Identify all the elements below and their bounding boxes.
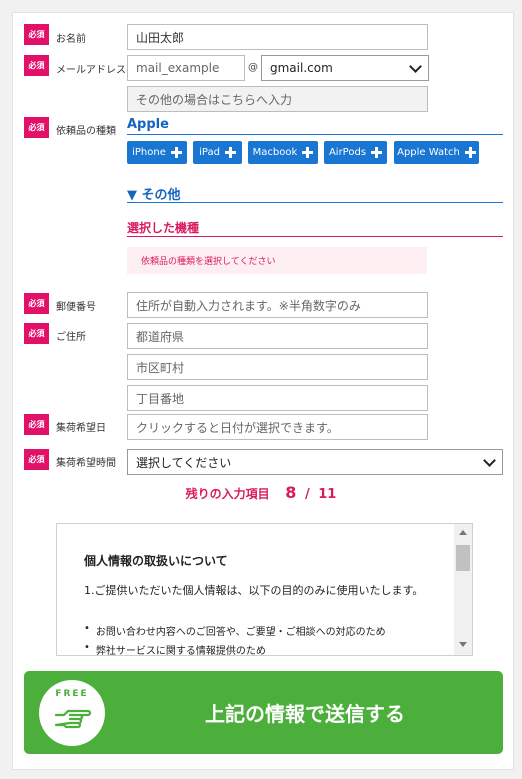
submit-label: 上記の情報で送信する — [205, 702, 405, 726]
email-domain-select[interactable]: gmail.com — [261, 55, 429, 81]
privacy-paragraph: 1.ご提供いただいた個人情報は、以下の目的のみに使用いたします。 — [84, 584, 424, 597]
plus-icon — [371, 147, 383, 158]
pickup-date-field[interactable]: クリックすると日付が選択できます。 — [127, 414, 428, 440]
apple-section-rule — [127, 134, 503, 135]
selected-section-rule — [127, 236, 503, 237]
required-badge: 必須 — [24, 414, 49, 435]
other-section-rule — [127, 202, 503, 203]
privacy-scrollbar[interactable] — [454, 524, 472, 655]
remaining-total: 11 — [318, 487, 337, 502]
plus-icon — [464, 147, 476, 158]
pickup-time-select[interactable]: 選択してください — [127, 449, 503, 475]
required-badge: 必須 — [24, 293, 49, 314]
device-type-label: 依頼品の種類 — [56, 126, 116, 137]
chip-airpods[interactable]: AirPods — [324, 141, 387, 164]
remaining-counter: 残りの入力項目 8 / 11 — [0, 483, 522, 502]
chip-apple-watch[interactable]: Apple Watch — [394, 141, 479, 164]
scroll-down-icon[interactable] — [459, 642, 467, 647]
pickup-date-label: 集荷希望日 — [56, 423, 106, 434]
free-badge: FREE — [39, 680, 105, 746]
chip-label: iPad — [199, 147, 220, 158]
other-section-toggle[interactable]: ▼ その他 — [127, 184, 181, 203]
remaining-separator: / — [304, 487, 310, 502]
postal-label: 郵便番号 — [56, 302, 96, 313]
name-field[interactable]: 山田太郎 — [127, 24, 428, 50]
required-badge: 必須 — [24, 24, 49, 45]
chip-iphone[interactable]: iPhone — [127, 141, 187, 164]
remaining-count: 8 — [285, 483, 297, 502]
plus-icon — [302, 147, 314, 158]
pickup-time-label: 集荷希望時間 — [56, 458, 116, 469]
selected-section-title: 選択した機種 — [127, 221, 200, 235]
privacy-list-item: • お問い合わせ内容へのご回答や、ご要望・ご相談への対応のため — [84, 623, 386, 638]
privacy-item-text: お問い合わせ内容へのご回答や、ご要望・ご相談への対応のため — [95, 627, 386, 638]
city-field[interactable]: 市区町村 — [127, 354, 428, 380]
remaining-label: 残りの入力項目 — [185, 487, 270, 501]
chevron-down-icon — [409, 59, 422, 73]
chip-label: Macbook — [252, 147, 298, 158]
required-badge: 必須 — [24, 323, 49, 344]
bullet-icon: • — [84, 623, 90, 634]
address-label: ご住所 — [56, 332, 86, 343]
plus-icon — [170, 147, 182, 158]
postal-field[interactable]: 住所が自動入力されます。※半角数字のみ — [127, 292, 428, 318]
pointing-hand-icon — [54, 709, 92, 729]
chip-macbook[interactable]: Macbook — [248, 141, 318, 164]
name-label: お名前 — [56, 34, 86, 45]
email-label: メールアドレス — [56, 65, 126, 76]
privacy-heading: 個人情報の取扱いについて — [84, 554, 228, 568]
pickup-time-value: 選択してください — [136, 455, 232, 470]
prefecture-field[interactable]: 都道府県 — [127, 323, 428, 349]
apple-section-title: Apple — [127, 117, 169, 132]
bullet-icon: • — [84, 642, 90, 653]
privacy-item-text: 弊社サービスに関する情報提供のため — [95, 646, 266, 656]
required-badge: 必須 — [24, 449, 49, 470]
submit-button[interactable]: FREE 上記の情報で送信する — [24, 671, 503, 754]
required-badge: 必須 — [24, 55, 49, 76]
email-domain-value: gmail.com — [270, 61, 333, 75]
chevron-down-icon — [483, 453, 496, 467]
free-label: FREE — [55, 689, 89, 699]
scroll-up-icon[interactable] — [459, 530, 467, 535]
email-at-sign: @ — [248, 62, 258, 73]
privacy-policy-box[interactable]: 個人情報の取扱いについて 1.ご提供いただいた個人情報は、以下の目的のみに使用い… — [56, 523, 473, 656]
required-badge: 必須 — [24, 117, 49, 138]
chip-ipad[interactable]: iPad — [193, 141, 242, 164]
selected-empty-message: 依頼品の種類を選択してください — [127, 247, 427, 274]
email-local-field[interactable]: mail_example — [127, 55, 245, 81]
chip-label: Apple Watch — [397, 147, 460, 158]
scrollbar-thumb[interactable] — [456, 545, 470, 571]
chip-label: iPhone — [132, 147, 166, 158]
street-field[interactable]: 丁目番地 — [127, 385, 428, 411]
plus-icon — [224, 147, 236, 158]
privacy-list-item: • 弊社サービスに関する情報提供のため — [84, 642, 266, 656]
email-other-field[interactable]: その他の場合はこちらへ入力 — [127, 86, 428, 112]
chip-label: AirPods — [328, 147, 367, 158]
